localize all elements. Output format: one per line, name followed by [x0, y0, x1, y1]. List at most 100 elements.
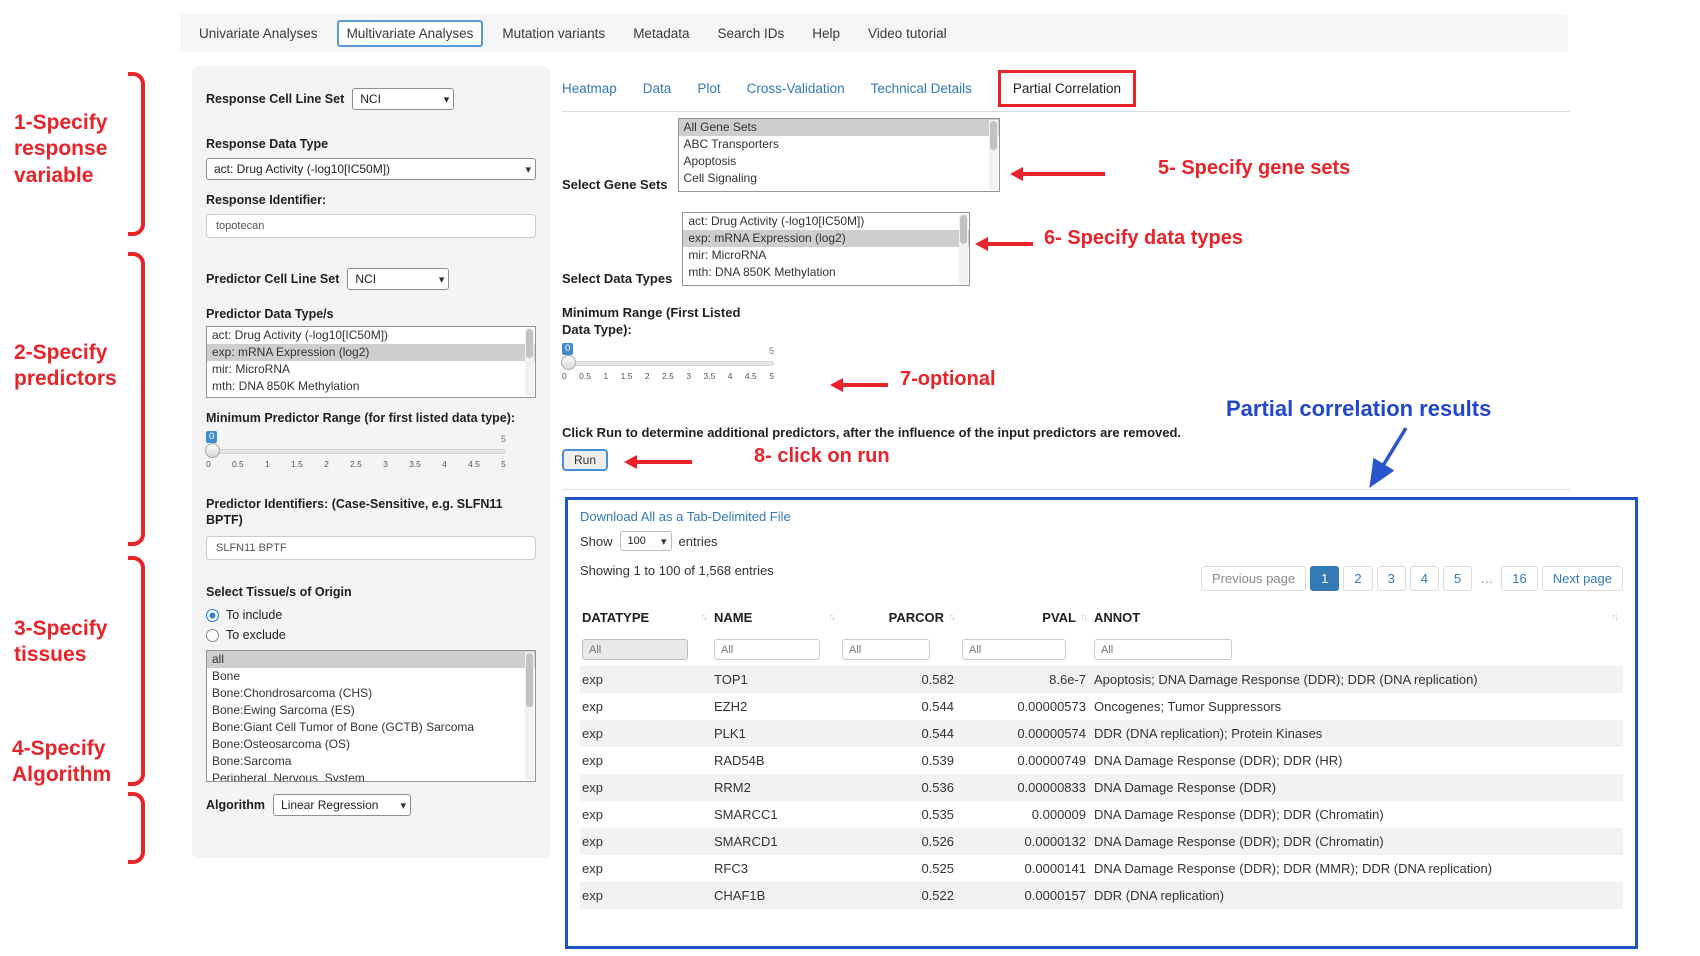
tab-data[interactable]: Data — [643, 81, 672, 96]
caret-down-icon: ▾ — [439, 273, 445, 286]
tissue-exclude-radio-row[interactable]: To exclude — [206, 628, 536, 642]
page-button-1[interactable]: 1 — [1310, 566, 1339, 591]
sort-icon[interactable]: ↑↓ — [700, 612, 706, 623]
list-option-mth-dna-850k-methylation[interactable]: mth: DNA 850K Methylation — [683, 264, 969, 281]
annotation-step6: 6- Specify data types — [1044, 226, 1243, 251]
algorithm-select[interactable]: Linear Regression ▾ — [273, 794, 411, 816]
sort-icon[interactable]: ↑↓ — [828, 612, 834, 623]
list-option-all[interactable]: all — [207, 651, 535, 668]
tab-heatmap[interactable]: Heatmap — [562, 81, 617, 96]
column-header-name[interactable]: NAME↑↓ — [712, 602, 840, 633]
list-option-peripheral-nervous-system[interactable]: Peripheral_Nervous_System — [207, 770, 535, 782]
page-button-4[interactable]: 4 — [1410, 566, 1439, 591]
filter-input-name[interactable] — [714, 639, 820, 660]
page-button-5[interactable]: 5 — [1443, 566, 1472, 591]
list-option-act-drug-activity-log10-ic50m[interactable]: act: Drug Activity (-log10[IC50M]) — [207, 327, 535, 344]
list-option-all-gene-sets[interactable]: All Gene Sets — [679, 119, 999, 136]
list-option-mth-dna-850k-methylation[interactable]: mth: DNA 850K Methylation — [207, 378, 535, 395]
tab-partial-correlation[interactable]: Partial Correlation — [998, 70, 1136, 107]
data-types-row: Select Data Types act: Drug Activity (-l… — [562, 212, 970, 286]
cell-annot: DNA Damage Response (DDR); DDR (HR) — [1092, 747, 1623, 774]
nav-item-search-ids[interactable]: Search IDs — [708, 21, 793, 46]
show-entries-row: Show 100 ▾ entries — [580, 531, 1623, 551]
list-option-mir-microrna[interactable]: mir: MicroRNA — [207, 361, 535, 378]
list-option-abc-transporters[interactable]: ABC Transporters — [679, 136, 999, 153]
list-option-bone-ewing-sarcoma-es[interactable]: Bone:Ewing Sarcoma (ES) — [207, 702, 535, 719]
tab-cross-validation[interactable]: Cross-Validation — [747, 81, 845, 96]
min-predictor-range-slider[interactable]: 0 5 00.511.522.533.544.55 — [206, 446, 506, 480]
sort-icon[interactable]: ↑↓ — [1080, 612, 1086, 623]
slider-handle[interactable] — [205, 443, 220, 458]
radio-selected-icon[interactable] — [206, 609, 219, 622]
column-header-pval[interactable]: PVAL↑↓ — [960, 602, 1092, 633]
entries-per-page-select[interactable]: 100 ▾ — [620, 531, 672, 551]
response-data-type-select[interactable]: act: Drug Activity (-log10[IC50M]) ▾ — [206, 158, 536, 180]
nav-item-help[interactable]: Help — [803, 21, 849, 46]
next-page-button[interactable]: Next page — [1542, 566, 1623, 591]
nav-item-metadata[interactable]: Metadata — [624, 21, 698, 46]
data-types-listbox[interactable]: act: Drug Activity (-log10[IC50M])exp: m… — [682, 212, 970, 286]
slider-handle[interactable] — [561, 355, 576, 370]
cell-pval: 0.00000833 — [960, 774, 1092, 801]
scrollbar[interactable] — [525, 652, 534, 780]
arrow-data-types — [975, 237, 1033, 251]
download-link[interactable]: Download All as a Tab-Delimited File — [580, 509, 791, 524]
annotation-step5: 5- Specify gene sets — [1158, 156, 1350, 181]
select-value: NCI — [355, 272, 376, 286]
page-button-3[interactable]: 3 — [1377, 566, 1406, 591]
list-option-bone-osteosarcoma-os[interactable]: Bone:Osteosarcoma (OS) — [207, 736, 535, 753]
tick-label: 3.5 — [409, 459, 421, 469]
list-option-mir-microrna[interactable]: mir: MicroRNA — [683, 247, 969, 264]
page-button-2[interactable]: 2 — [1343, 566, 1372, 591]
nav-item-univariate-analyses[interactable]: Univariate Analyses — [190, 21, 327, 46]
nav-item-multivariate-analyses[interactable]: Multivariate Analyses — [337, 20, 484, 47]
list-option-bone-sarcoma[interactable]: Bone:Sarcoma — [207, 753, 535, 770]
list-option-act-drug-activity-log10-ic50m[interactable]: act: Drug Activity (-log10[IC50M]) — [683, 213, 969, 230]
response-cell-line-set-select[interactable]: NCI ▾ — [352, 88, 454, 110]
tab-plot[interactable]: Plot — [697, 81, 720, 96]
nav-item-video-tutorial[interactable]: Video tutorial — [859, 21, 956, 46]
scrollbar-thumb[interactable] — [960, 215, 967, 244]
predictor-identifiers-input[interactable] — [206, 536, 536, 560]
page-button-16[interactable]: 16 — [1501, 566, 1537, 591]
gene-sets-listbox[interactable]: All Gene SetsABC TransportersApoptosisCe… — [678, 118, 1000, 192]
slider-max-label: 5 — [501, 434, 506, 444]
list-option-apoptosis[interactable]: Apoptosis — [679, 153, 999, 170]
prev-page-button[interactable]: Previous page — [1201, 566, 1306, 591]
list-option-cell-signaling[interactable]: Cell Signaling — [679, 170, 999, 187]
filter-input-parcor[interactable] — [842, 639, 930, 660]
slider-track — [206, 449, 506, 454]
filter-input-annot[interactable] — [1094, 639, 1232, 660]
cell-pval: 0.0000141 — [960, 855, 1092, 882]
scrollbar-thumb[interactable] — [526, 329, 533, 358]
column-header-annot[interactable]: ANNOT↑↓ — [1092, 602, 1623, 633]
predictor-data-types-listbox[interactable]: act: Drug Activity (-log10[IC50M])exp: m… — [206, 326, 536, 398]
list-option-exp-mrna-expression-log2[interactable]: exp: mRNA Expression (log2) — [683, 230, 969, 247]
data-types-label: Select Data Types — [562, 271, 672, 286]
tissue-listbox[interactable]: allBoneBone:Chondrosarcoma (CHS)Bone:Ewi… — [206, 650, 536, 782]
predictor-cell-line-set-select[interactable]: NCI ▾ — [347, 268, 449, 290]
list-option-bone-chondrosarcoma-chs[interactable]: Bone:Chondrosarcoma (CHS) — [207, 685, 535, 702]
filter-input-pval[interactable] — [962, 639, 1066, 660]
list-option-bone[interactable]: Bone — [207, 668, 535, 685]
list-option-exp-mrna-expression-log2[interactable]: exp: mRNA Expression (log2) — [207, 344, 535, 361]
sort-icon[interactable]: ↑↓ — [1611, 612, 1617, 623]
list-option-bone-giant-cell-tumor-of-bone-gctb-sarcoma[interactable]: Bone:Giant Cell Tumor of Bone (GCTB) Sar… — [207, 719, 535, 736]
filter-input-datatype[interactable] — [582, 639, 688, 660]
tissue-include-radio-row[interactable]: To include — [206, 608, 536, 622]
scrollbar[interactable] — [959, 214, 968, 284]
scrollbar[interactable] — [525, 328, 534, 396]
min-range-slider[interactable]: 0 5 00.511.522.533.544.55 — [562, 358, 774, 392]
response-identifier-input[interactable] — [206, 214, 536, 238]
column-header-parcor[interactable]: PARCOR↑↓ — [840, 602, 960, 633]
run-button[interactable]: Run — [562, 449, 608, 471]
column-header-datatype[interactable]: DATATYPE↑↓ — [580, 602, 712, 633]
scrollbar-thumb[interactable] — [990, 121, 997, 150]
scrollbar-thumb[interactable] — [526, 653, 533, 707]
sort-icon[interactable]: ↑↓ — [948, 612, 954, 623]
nav-item-mutation-variants[interactable]: Mutation variants — [493, 21, 614, 46]
annotation-bracket-1 — [128, 72, 145, 236]
radio-unselected-icon[interactable] — [206, 629, 219, 642]
scrollbar[interactable] — [989, 120, 998, 190]
tab-technical-details[interactable]: Technical Details — [871, 81, 972, 96]
